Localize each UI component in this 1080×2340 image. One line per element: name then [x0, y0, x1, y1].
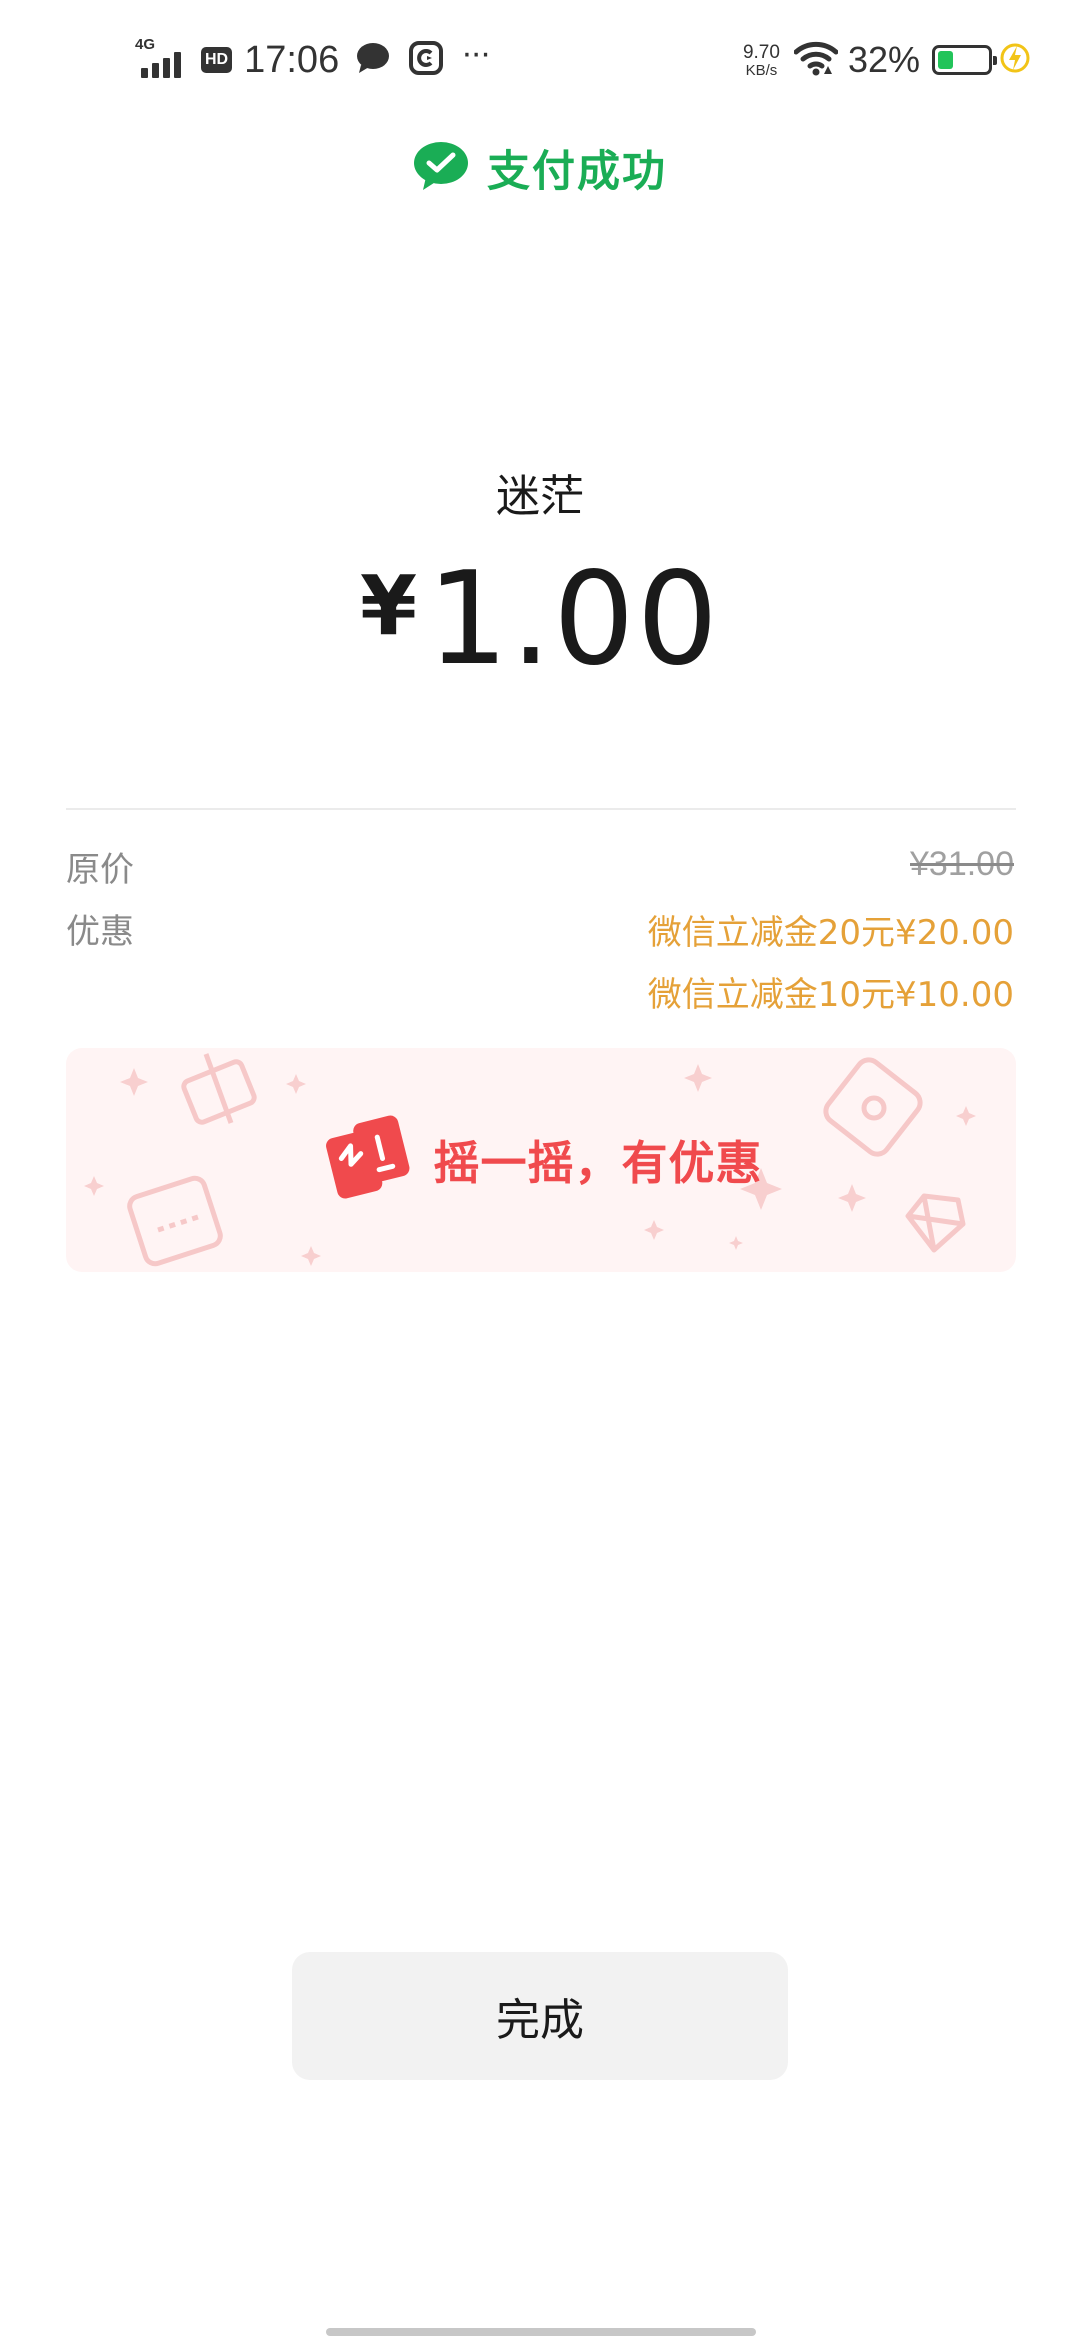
shake-icon — [320, 1112, 416, 1208]
status-bar-left: 4G HD 17:06 ··· — [135, 34, 507, 86]
payment-amount: ¥1.00 — [0, 545, 1080, 694]
charging-icon — [1000, 41, 1030, 79]
divider — [66, 808, 1016, 810]
payee-name: 迷茫 — [496, 471, 584, 522]
payment-result-header: 支付成功 — [0, 128, 1080, 208]
message-bubble-icon — [355, 41, 391, 79]
promo-content: 摇一摇，有优惠 — [66, 1048, 1016, 1272]
battery-icon — [932, 45, 997, 75]
network-type: 4G — [135, 36, 156, 53]
discount-label: 优惠 — [66, 912, 134, 952]
original-price-value: ¥31.00 — [910, 845, 1014, 883]
network-speed-unit: KB/s — [745, 61, 778, 79]
amount-value: 1.00 — [427, 545, 721, 694]
cellular-signal-icon: 4G — [135, 36, 193, 80]
currency-symbol: ¥ — [359, 559, 418, 654]
page-title: 支付成功 — [487, 147, 667, 197]
wechat-pay-icon — [413, 140, 469, 196]
promo-text: 摇一摇，有优惠 — [433, 1136, 763, 1190]
status-bar: 4G HD 17:06 ··· 9.70 KB/s 32% — [0, 0, 1080, 120]
more-notifications-icon: ··· — [461, 34, 491, 72]
wifi-icon — [793, 40, 839, 80]
status-time: 17:06 — [244, 38, 340, 81]
hd-badge: HD — [201, 47, 233, 73]
original-price-label: 原价 — [66, 850, 134, 890]
app-notification-icon — [409, 41, 444, 79]
done-button[interactable]: 完成 — [292, 1952, 788, 2080]
discount-item: 微信立减金20元¥20.00 — [647, 913, 1014, 953]
status-bar-right: 9.70 KB/s 32% — [743, 36, 1030, 84]
network-speed-value: 9.70 — [742, 41, 780, 63]
discount-item: 微信立减金10元¥10.00 — [647, 975, 1014, 1015]
shake-promo-banner[interactable]: 摇一摇，有优惠 — [66, 1048, 1016, 1272]
network-speed: 9.70 KB/s — [743, 43, 780, 78]
battery-percent: 32% — [847, 39, 920, 80]
home-indicator[interactable] — [326, 2328, 756, 2336]
